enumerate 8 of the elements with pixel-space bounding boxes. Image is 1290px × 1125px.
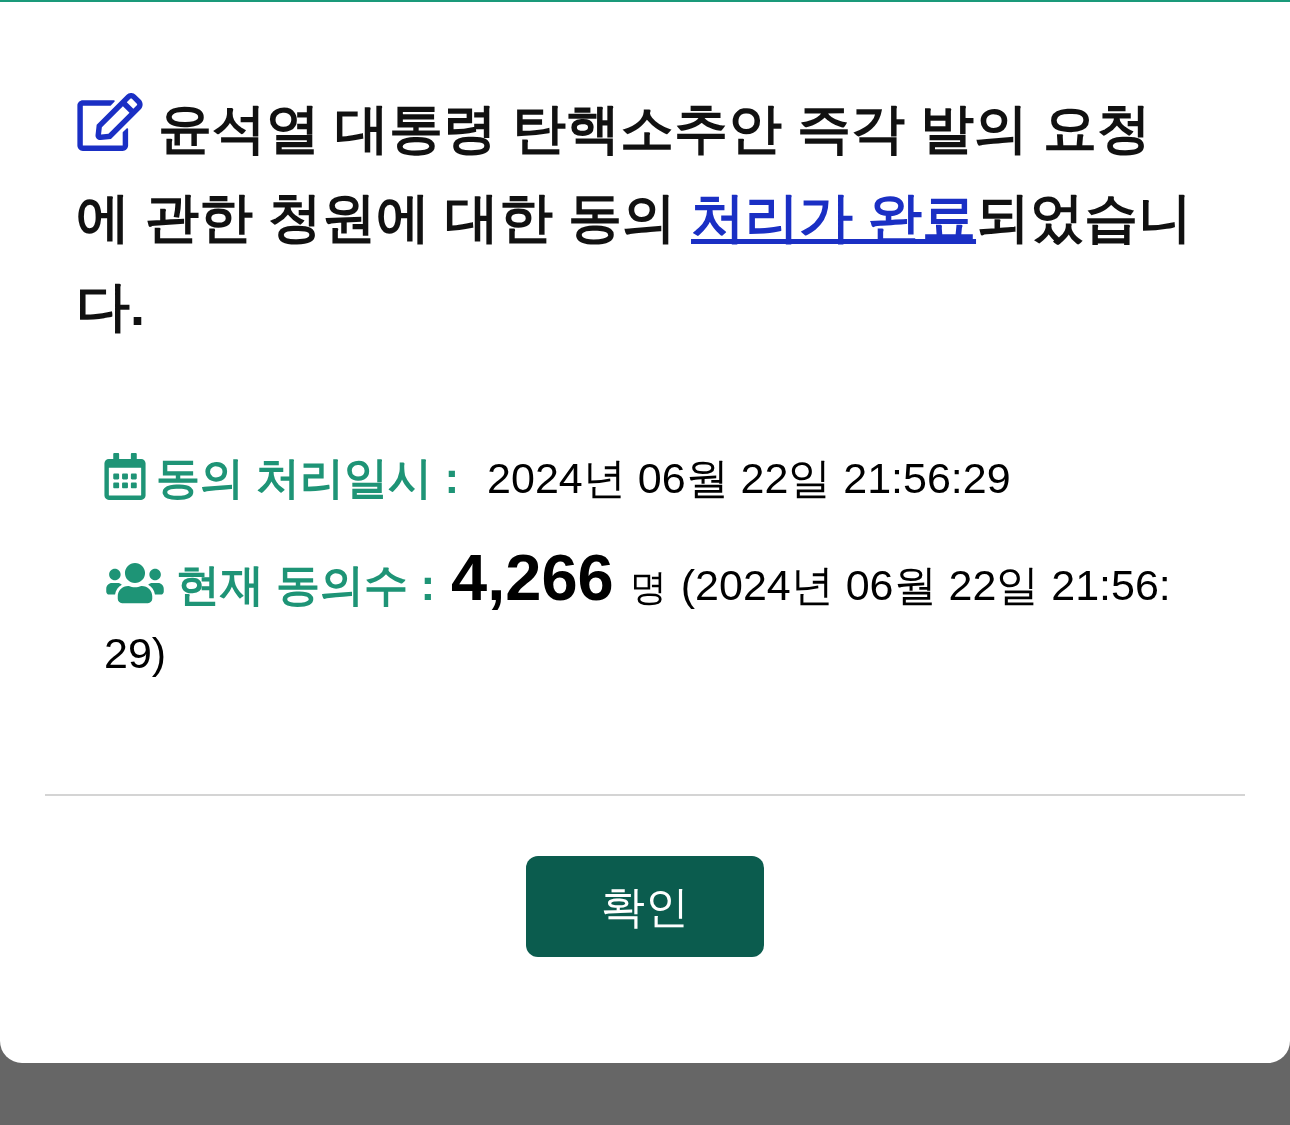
calendar-icon [104,453,146,500]
agreement-count-text: 현재 동의수 : 4,266 명 (2024년 06월 22일 21:56:29) [104,542,1171,679]
detail-value: 2024년 06월 22일 21:56:29 [487,454,1011,502]
users-icon [104,560,166,606]
detail-label: 동의 처리일시 : [156,453,460,502]
edit-icon [76,93,144,151]
confirm-button[interactable]: 확인 [526,856,764,957]
completion-link[interactable]: 처리가 완료 [691,187,977,247]
